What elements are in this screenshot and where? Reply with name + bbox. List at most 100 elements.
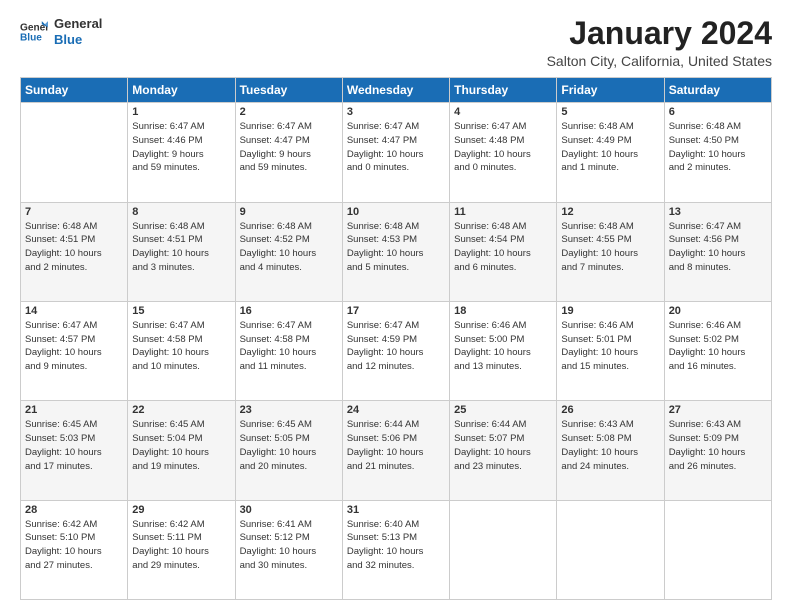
day-info: Sunrise: 6:44 AMSunset: 5:06 PMDaylight:… [347, 418, 445, 473]
day-number: 15 [132, 305, 230, 317]
day-cell: 9 Sunrise: 6:48 AMSunset: 4:52 PMDaylight… [235, 202, 342, 301]
logo-line1: General [54, 16, 102, 32]
day-number: 5 [561, 106, 659, 118]
day-info: Sunrise: 6:48 AMSunset: 4:51 PMDaylight:… [25, 220, 123, 275]
day-cell: 25 Sunrise: 6:44 AMSunset: 5:07 PMDayligh… [450, 401, 557, 500]
day-number: 11 [454, 206, 552, 218]
location-title: Salton City, California, United States [547, 53, 772, 69]
day-number: 19 [561, 305, 659, 317]
week-row-5: 28 Sunrise: 6:42 AMSunset: 5:10 PMDayligh… [21, 500, 772, 599]
day-cell: 31 Sunrise: 6:40 AMSunset: 5:13 PMDayligh… [342, 500, 449, 599]
header-cell-wednesday: Wednesday [342, 78, 449, 103]
header-cell-monday: Monday [128, 78, 235, 103]
day-info: Sunrise: 6:47 AMSunset: 4:48 PMDaylight:… [454, 120, 552, 175]
day-number: 6 [669, 106, 767, 118]
day-number: 9 [240, 206, 338, 218]
day-cell: 21Sunrise: 6:45 AMSunset: 5:03 PMDayligh… [21, 401, 128, 500]
day-number: 26 [561, 404, 659, 416]
day-info: Sunrise: 6:46 AMSunset: 5:02 PMDaylight:… [669, 319, 767, 374]
week-row-3: 14 Sunrise: 6:47 AMSunset: 4:57 PMDayligh… [21, 301, 772, 400]
header-cell-thursday: Thursday [450, 78, 557, 103]
day-info: Sunrise: 6:45 AMSunset: 5:04 PMDaylight:… [132, 418, 230, 473]
day-number: 4 [454, 106, 552, 118]
week-row-4: 21Sunrise: 6:45 AMSunset: 5:03 PMDayligh… [21, 401, 772, 500]
day-cell: 30Sunrise: 6:41 AMSunset: 5:12 PMDayligh… [235, 500, 342, 599]
calendar-page: General Blue General Blue January 2024 S… [0, 0, 792, 612]
header-row: SundayMondayTuesdayWednesdayThursdayFrid… [21, 78, 772, 103]
day-number: 7 [25, 206, 123, 218]
day-info: Sunrise: 6:48 AMSunset: 4:53 PMDaylight:… [347, 220, 445, 275]
day-cell [557, 500, 664, 599]
day-number: 12 [561, 206, 659, 218]
day-cell: 2Sunrise: 6:47 AMSunset: 4:47 PMDaylight… [235, 103, 342, 202]
day-info: Sunrise: 6:47 AMSunset: 4:57 PMDaylight:… [25, 319, 123, 374]
day-cell: 3 Sunrise: 6:47 AMSunset: 4:47 PMDaylight… [342, 103, 449, 202]
day-cell: 14 Sunrise: 6:47 AMSunset: 4:57 PMDayligh… [21, 301, 128, 400]
day-cell: 15 Sunrise: 6:47 AMSunset: 4:58 PMDayligh… [128, 301, 235, 400]
day-info: Sunrise: 6:48 AMSunset: 4:51 PMDaylight:… [132, 220, 230, 275]
day-number: 27 [669, 404, 767, 416]
day-cell: 13 Sunrise: 6:47 AMSunset: 4:56 PMDayligh… [664, 202, 771, 301]
day-number: 13 [669, 206, 767, 218]
day-info: Sunrise: 6:48 AMSunset: 4:49 PMDaylight:… [561, 120, 659, 175]
day-cell: 24 Sunrise: 6:44 AMSunset: 5:06 PMDayligh… [342, 401, 449, 500]
day-number: 3 [347, 106, 445, 118]
day-cell: 18Sunrise: 6:46 AMSunset: 5:00 PMDayligh… [450, 301, 557, 400]
day-info: Sunrise: 6:42 AMSunset: 5:10 PMDaylight:… [25, 518, 123, 573]
day-number: 1 [132, 106, 230, 118]
day-number: 29 [132, 504, 230, 516]
day-cell: 4 Sunrise: 6:47 AMSunset: 4:48 PMDaylight… [450, 103, 557, 202]
svg-text:Blue: Blue [20, 32, 42, 43]
day-number: 31 [347, 504, 445, 516]
day-cell: 20Sunrise: 6:46 AMSunset: 5:02 PMDayligh… [664, 301, 771, 400]
day-number: 10 [347, 206, 445, 218]
day-cell: 11 Sunrise: 6:48 AMSunset: 4:54 PMDayligh… [450, 202, 557, 301]
day-cell: 8 Sunrise: 6:48 AMSunset: 4:51 PMDaylight… [128, 202, 235, 301]
day-cell: 23 Sunrise: 6:45 AMSunset: 5:05 PMDayligh… [235, 401, 342, 500]
day-number: 8 [132, 206, 230, 218]
day-number: 25 [454, 404, 552, 416]
day-number: 14 [25, 305, 123, 317]
header-cell-sunday: Sunday [21, 78, 128, 103]
day-info: Sunrise: 6:48 AMSunset: 4:55 PMDaylight:… [561, 220, 659, 275]
day-cell: 16Sunrise: 6:47 AMSunset: 4:58 PMDayligh… [235, 301, 342, 400]
month-title: January 2024 [547, 16, 772, 51]
day-cell: 27Sunrise: 6:43 AMSunset: 5:09 PMDayligh… [664, 401, 771, 500]
day-info: Sunrise: 6:46 AMSunset: 5:00 PMDaylight:… [454, 319, 552, 374]
day-info: Sunrise: 6:47 AMSunset: 4:47 PMDaylight:… [347, 120, 445, 175]
header-cell-saturday: Saturday [664, 78, 771, 103]
day-cell: 19 Sunrise: 6:46 AMSunset: 5:01 PMDayligh… [557, 301, 664, 400]
day-info: Sunrise: 6:40 AMSunset: 5:13 PMDaylight:… [347, 518, 445, 573]
day-number: 23 [240, 404, 338, 416]
day-info: Sunrise: 6:47 AMSunset: 4:59 PMDaylight:… [347, 319, 445, 374]
week-row-2: 7 Sunrise: 6:48 AMSunset: 4:51 PMDaylight… [21, 202, 772, 301]
day-cell [664, 500, 771, 599]
week-row-1: 1 Sunrise: 6:47 AMSunset: 4:46 PMDaylight… [21, 103, 772, 202]
logo-line2: Blue [54, 32, 102, 48]
calendar-table: SundayMondayTuesdayWednesdayThursdayFrid… [20, 77, 772, 600]
day-number: 22 [132, 404, 230, 416]
day-info: Sunrise: 6:46 AMSunset: 5:01 PMDaylight:… [561, 319, 659, 374]
day-cell: 12 Sunrise: 6:48 AMSunset: 4:55 PMDayligh… [557, 202, 664, 301]
day-info: Sunrise: 6:48 AMSunset: 4:54 PMDaylight:… [454, 220, 552, 275]
day-number: 28 [25, 504, 123, 516]
day-number: 17 [347, 305, 445, 317]
day-info: Sunrise: 6:47 AMSunset: 4:46 PMDaylight:… [132, 120, 230, 175]
header-cell-friday: Friday [557, 78, 664, 103]
day-number: 16 [240, 305, 338, 317]
day-info: Sunrise: 6:45 AMSunset: 5:05 PMDaylight:… [240, 418, 338, 473]
day-number: 24 [347, 404, 445, 416]
day-cell: 5 Sunrise: 6:48 AMSunset: 4:49 PMDaylight… [557, 103, 664, 202]
header-cell-tuesday: Tuesday [235, 78, 342, 103]
logo-icon: General Blue [20, 18, 48, 46]
day-info: Sunrise: 6:47 AMSunset: 4:56 PMDaylight:… [669, 220, 767, 275]
header: General Blue General Blue January 2024 S… [20, 16, 772, 69]
day-info: Sunrise: 6:48 AMSunset: 4:50 PMDaylight:… [669, 120, 767, 175]
day-info: Sunrise: 6:47 AMSunset: 4:58 PMDaylight:… [132, 319, 230, 374]
day-info: Sunrise: 6:41 AMSunset: 5:12 PMDaylight:… [240, 518, 338, 573]
day-info: Sunrise: 6:48 AMSunset: 4:52 PMDaylight:… [240, 220, 338, 275]
day-info: Sunrise: 6:47 AMSunset: 4:47 PMDaylight:… [240, 120, 338, 175]
day-cell: 17 Sunrise: 6:47 AMSunset: 4:59 PMDayligh… [342, 301, 449, 400]
day-cell [21, 103, 128, 202]
day-info: Sunrise: 6:44 AMSunset: 5:07 PMDaylight:… [454, 418, 552, 473]
